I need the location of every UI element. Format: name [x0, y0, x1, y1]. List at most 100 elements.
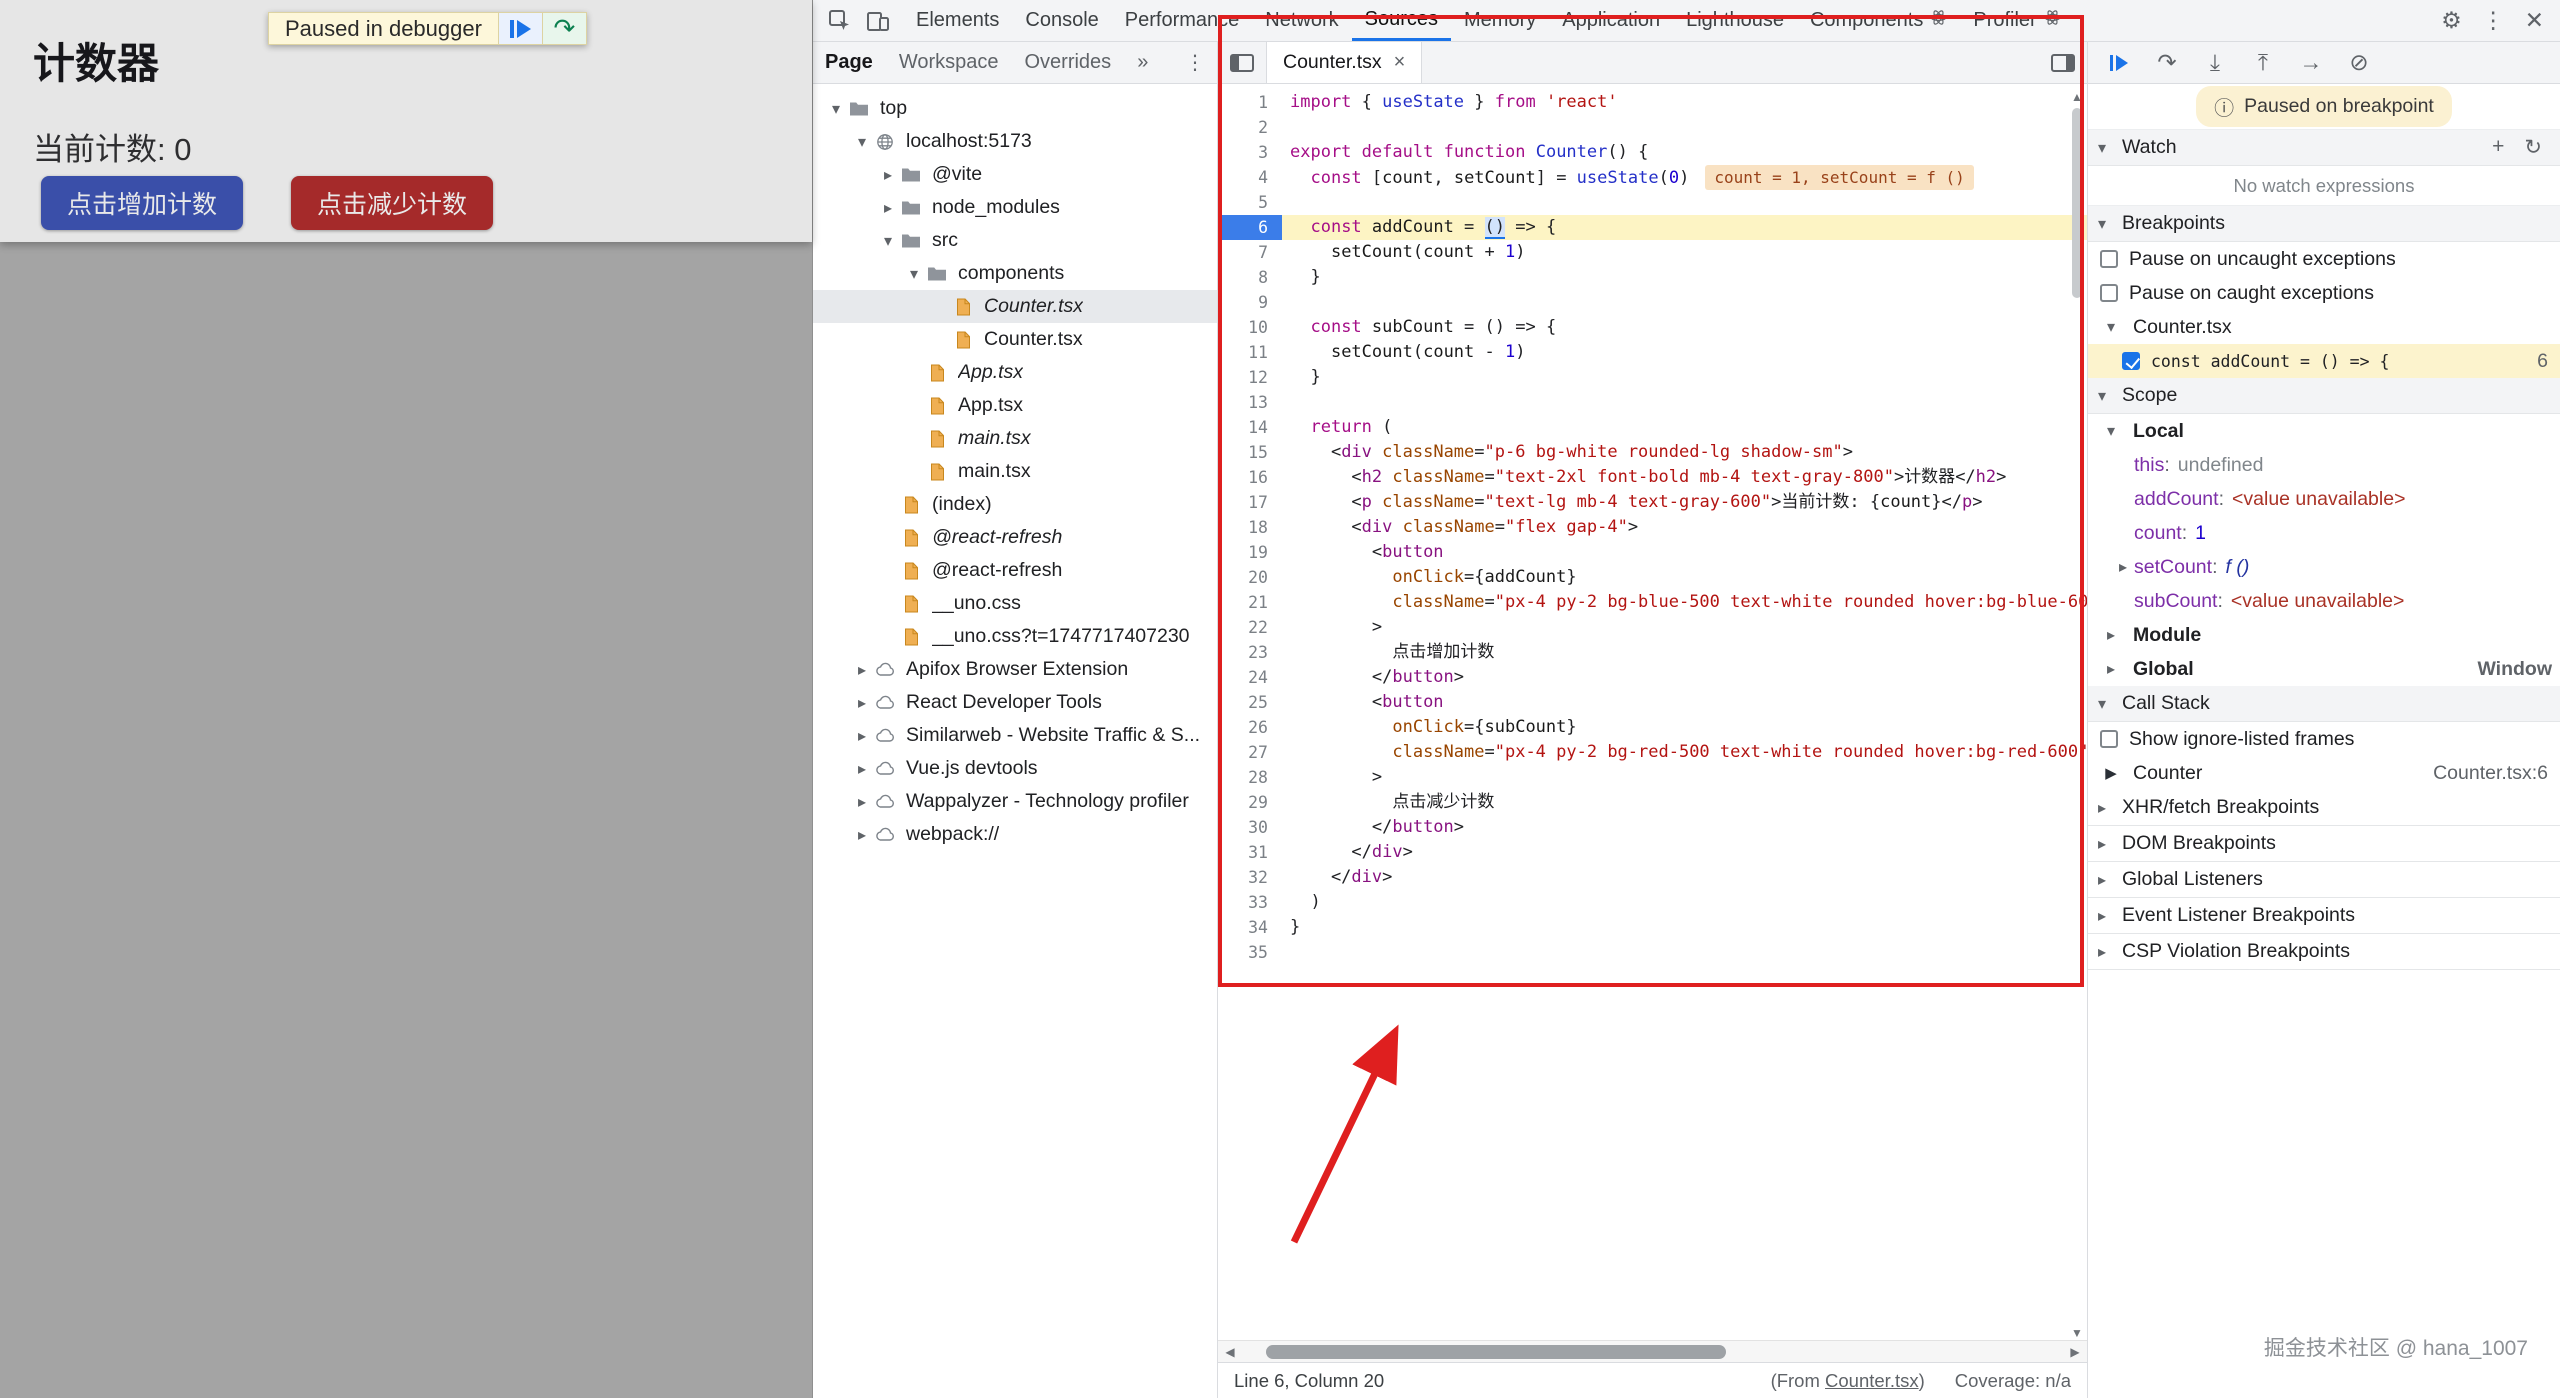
tree-item[interactable]: Counter.tsx: [813, 290, 1217, 323]
scope-group-local[interactable]: Local: [2088, 414, 2560, 448]
section-dom-breakpoints[interactable]: DOM Breakpoints: [2088, 826, 2560, 862]
banner-step-button[interactable]: [542, 13, 586, 44]
resume-script-button[interactable]: [2100, 44, 2138, 82]
line-number-gutter[interactable]: 24: [1218, 665, 1282, 690]
tree-item[interactable]: components: [813, 257, 1217, 290]
scroll-down-icon[interactable]: [2071, 1326, 2083, 1340]
device-toolbar-icon[interactable]: [859, 2, 897, 40]
breakpoint-checkbox[interactable]: [2122, 352, 2140, 370]
tree-item[interactable]: __uno.css: [813, 587, 1217, 620]
step-over-button[interactable]: [2148, 44, 2186, 82]
tree-item[interactable]: (index): [813, 488, 1217, 521]
section-event-listener-breakpoints[interactable]: Event Listener Breakpoints: [2088, 898, 2560, 934]
line-number-gutter[interactable]: 32: [1218, 865, 1282, 890]
call-stack-section-header[interactable]: Call Stack: [2088, 686, 2560, 722]
breakpoint-entry[interactable]: const addCount = () => {6: [2088, 344, 2560, 378]
step-button[interactable]: [2292, 44, 2330, 82]
tab-elements[interactable]: Elements: [903, 0, 1012, 41]
line-number-gutter[interactable]: 17: [1218, 490, 1282, 515]
line-number-gutter[interactable]: 9: [1218, 290, 1282, 315]
chevron-right-icon[interactable]: [851, 825, 873, 845]
line-number-gutter[interactable]: 18: [1218, 515, 1282, 540]
step-out-button[interactable]: [2244, 44, 2282, 82]
line-number-gutter[interactable]: 30: [1218, 815, 1282, 840]
line-number-gutter[interactable]: 21: [1218, 590, 1282, 615]
editor-vertical-scrollbar[interactable]: [2067, 90, 2087, 1340]
line-number-gutter[interactable]: 3: [1218, 140, 1282, 165]
checkbox-unchecked[interactable]: [2100, 730, 2118, 748]
tree-item[interactable]: src: [813, 224, 1217, 257]
chevron-right-icon[interactable]: [2112, 557, 2134, 577]
tree-item[interactable]: App.tsx: [813, 389, 1217, 422]
tree-item[interactable]: Vue.js devtools: [813, 752, 1217, 785]
chevron-right-icon[interactable]: [851, 726, 873, 746]
from-file-link[interactable]: Counter.tsx: [1825, 1370, 1919, 1391]
ignore-listed-toggle[interactable]: Show ignore-listed frames: [2088, 722, 2560, 756]
tree-item[interactable]: App.tsx: [813, 356, 1217, 389]
line-number-gutter[interactable]: 5: [1218, 190, 1282, 215]
tab-performance[interactable]: Performance: [1112, 0, 1253, 41]
line-number-gutter[interactable]: 14: [1218, 415, 1282, 440]
scope-variable[interactable]: setCount: f (): [2088, 550, 2560, 584]
line-number-gutter[interactable]: 20: [1218, 565, 1282, 590]
checkbox-unchecked[interactable]: [2100, 250, 2118, 268]
scroll-right-icon[interactable]: [2063, 1345, 2087, 1359]
chevron-right-icon[interactable]: [851, 759, 873, 779]
line-number-gutter[interactable]: 33: [1218, 890, 1282, 915]
settings-gear-icon[interactable]: [2441, 7, 2462, 34]
tree-item[interactable]: __uno.css?t=1747717407230: [813, 620, 1217, 653]
tree-item[interactable]: Counter.tsx: [813, 323, 1217, 356]
breakpoints-section-header[interactable]: Breakpoints: [2088, 206, 2560, 242]
chevron-right-icon[interactable]: [877, 198, 899, 218]
chevron-down-icon[interactable]: [903, 264, 925, 284]
tab-application[interactable]: Application: [1549, 0, 1673, 41]
deactivate-breakpoints-button[interactable]: [2340, 44, 2378, 82]
tree-item[interactable]: Wappalyzer - Technology profiler: [813, 785, 1217, 818]
line-number-gutter[interactable]: 10: [1218, 315, 1282, 340]
tree-item[interactable]: @vite: [813, 158, 1217, 191]
scope-group-global[interactable]: GlobalWindow: [2088, 652, 2560, 686]
tree-item[interactable]: main.tsx: [813, 422, 1217, 455]
line-number-gutter[interactable]: 29: [1218, 790, 1282, 815]
chevron-down-icon[interactable]: [851, 132, 873, 152]
editor-tab-counter-tsx[interactable]: Counter.tsx: [1266, 42, 1422, 83]
line-number-gutter[interactable]: 31: [1218, 840, 1282, 865]
more-tabs-icon[interactable]: [1137, 51, 1148, 74]
line-number-gutter[interactable]: 8: [1218, 265, 1282, 290]
tree-item[interactable]: React Developer Tools: [813, 686, 1217, 719]
scope-variable[interactable]: this: undefined: [2088, 448, 2560, 482]
scroll-up-icon[interactable]: [2071, 90, 2083, 104]
breakpoint-file-group[interactable]: Counter.tsx: [2088, 310, 2560, 344]
tab-console[interactable]: Console: [1012, 0, 1111, 41]
tab-overrides[interactable]: Overrides: [1024, 51, 1111, 74]
scope-variable[interactable]: subCount: <value unavailable>: [2088, 584, 2560, 618]
scope-section-header[interactable]: Scope: [2088, 378, 2560, 414]
line-number-gutter[interactable]: 35: [1218, 940, 1282, 965]
tab-lighthouse[interactable]: Lighthouse: [1673, 0, 1797, 41]
scroll-left-icon[interactable]: [1218, 1345, 1242, 1359]
checkbox-unchecked[interactable]: [2100, 284, 2118, 302]
line-number-gutter[interactable]: 26: [1218, 715, 1282, 740]
add-watch-expression-icon[interactable]: [2492, 135, 2504, 160]
line-number-gutter[interactable]: 23: [1218, 640, 1282, 665]
tab-profiler[interactable]: Profiler: [1960, 0, 2073, 41]
horizontal-scroll-thumb[interactable]: [1266, 1345, 1726, 1359]
line-number-gutter[interactable]: 19: [1218, 540, 1282, 565]
tree-item[interactable]: Similarweb - Website Traffic & S...: [813, 719, 1217, 752]
line-number-gutter[interactable]: 7: [1218, 240, 1282, 265]
tree-item[interactable]: node_modules: [813, 191, 1217, 224]
close-tab-icon[interactable]: [1394, 51, 1406, 74]
section-xhr-fetch-breakpoints[interactable]: XHR/fetch Breakpoints: [2088, 790, 2560, 826]
line-number-gutter[interactable]: 1: [1218, 90, 1282, 115]
chevron-right-icon[interactable]: [851, 792, 873, 812]
scope-group-module[interactable]: Module: [2088, 618, 2560, 652]
tree-item[interactable]: @react-refresh: [813, 554, 1217, 587]
scope-variable[interactable]: count: 1: [2088, 516, 2560, 550]
line-number-gutter[interactable]: 6: [1218, 215, 1282, 240]
tab-page[interactable]: Page: [825, 51, 873, 74]
refresh-watch-icon[interactable]: [2524, 135, 2542, 160]
step-into-button[interactable]: [2196, 44, 2234, 82]
chevron-right-icon[interactable]: [851, 693, 873, 713]
chevron-right-icon[interactable]: [851, 660, 873, 680]
tree-item[interactable]: top: [813, 92, 1217, 125]
